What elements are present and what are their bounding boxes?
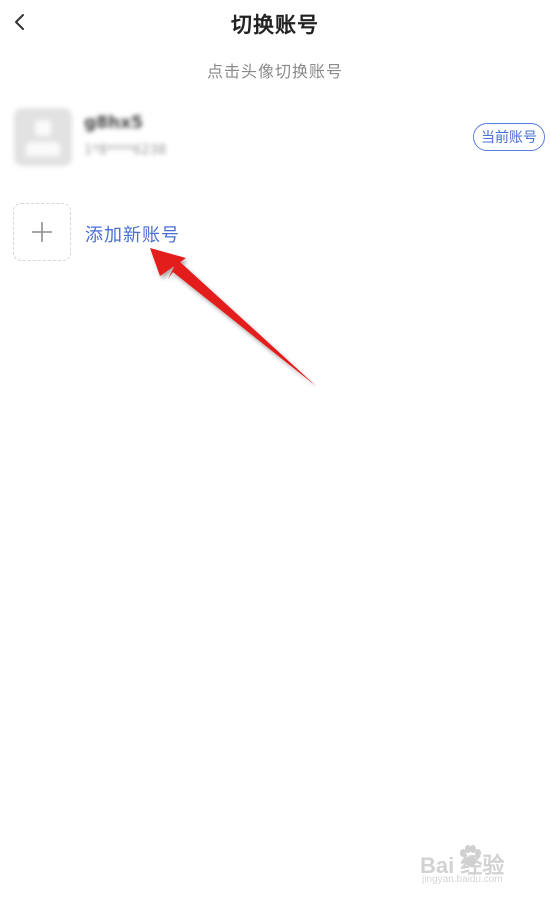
plus-icon — [32, 222, 52, 242]
add-account-row[interactable]: 添加新账号 — [13, 203, 313, 263]
watermark-url: jingyan.baidu.com — [422, 874, 503, 885]
add-account-label[interactable]: 添加新账号 — [85, 221, 180, 247]
account-avatar[interactable] — [14, 108, 72, 166]
account-name: g8hx5 — [84, 113, 143, 133]
avatar-body-shape — [26, 142, 60, 156]
baidu-jingyan-watermark: Bai 经验 jingyan.baidu.com — [420, 840, 540, 890]
top-nav-bar: 切换账号 — [0, 0, 550, 48]
current-account-row[interactable]: g8hx5 1*8****6238 当前账号 — [14, 108, 550, 168]
current-account-badge: 当前账号 — [473, 123, 545, 151]
page-title: 切换账号 — [231, 13, 319, 37]
arrow-shape — [150, 248, 316, 386]
account-phone: 1*8****6238 — [84, 143, 167, 158]
avatar-head-shape — [35, 120, 51, 136]
add-account-button[interactable] — [13, 203, 71, 261]
switch-hint-text: 点击头像切换账号 — [206, 62, 343, 81]
paw-icon — [460, 845, 481, 866]
